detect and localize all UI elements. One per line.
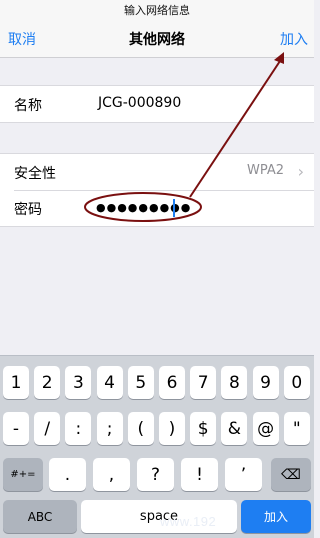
symbol-key[interactable]: ( — [127, 412, 154, 445]
security-label: 安全性 — [14, 166, 56, 182]
security-row[interactable]: 安全性 WPA2 › — [0, 154, 314, 190]
password-label: 密码 — [14, 202, 42, 218]
network-name-field[interactable]: JCG-000890 — [98, 95, 181, 111]
digit-key[interactable]: 4 — [96, 366, 123, 399]
prompt-text: 输入网络信息 — [124, 4, 190, 17]
join-key[interactable]: 加入 — [241, 500, 311, 533]
digit-key[interactable]: 9 — [252, 366, 279, 399]
symbol-key[interactable]: & — [221, 412, 248, 445]
punctuation-key[interactable]: ’ — [225, 458, 262, 491]
digit-key[interactable]: 0 — [283, 366, 310, 399]
digit-key[interactable]: 1 — [3, 366, 29, 399]
punctuation-key[interactable]: . — [49, 458, 86, 491]
digit-key[interactable]: 7 — [190, 366, 217, 399]
symbol-key[interactable]: $ — [190, 412, 217, 445]
digit-key[interactable]: 8 — [221, 366, 248, 399]
symbol-key[interactable]: ) — [159, 412, 185, 445]
digit-key[interactable]: 2 — [34, 366, 61, 399]
network-name-row[interactable]: 名称 JCG-000890 — [0, 86, 314, 122]
punctuation-key[interactable]: , — [93, 458, 130, 491]
security-group: 安全性 WPA2 › 密码 ●●●●●●●●● — [0, 153, 314, 227]
punctuation-key[interactable]: ! — [181, 458, 218, 491]
keyboard: 1234567890 - /:;() $ & @ " #+= .,?!’ ⌫ ABC sp… — [0, 355, 314, 538]
symbol-key[interactable]: : — [65, 412, 92, 445]
watermark-text: www.192 — [160, 514, 217, 529]
join-button[interactable]: 加入 — [280, 29, 308, 49]
symbol-key[interactable]: - — [3, 412, 29, 445]
password-row[interactable]: 密码 ●●●●●●●●● — [0, 190, 314, 226]
text-caret — [173, 199, 175, 217]
symbol-key[interactable]: / — [34, 412, 61, 445]
symbol-key[interactable]: " — [283, 412, 310, 445]
page-title: 其他网络 — [129, 32, 185, 48]
network-name-label: 名称 — [14, 98, 42, 114]
abc-key[interactable]: ABC — [3, 500, 77, 533]
symbol-key[interactable]: ; — [96, 412, 123, 445]
chevron-right-icon: › — [297, 162, 304, 181]
backspace-key[interactable]: ⌫ — [271, 458, 311, 491]
navigation-bar: 输入网络信息 取消 其他网络 加入 — [0, 0, 314, 58]
more-symbols-key[interactable]: #+= — [3, 458, 43, 491]
digit-key[interactable]: 5 — [127, 366, 154, 399]
network-name-group: 名称 JCG-000890 — [0, 85, 314, 123]
digit-key[interactable]: 6 — [159, 366, 185, 399]
punctuation-key[interactable]: ? — [137, 458, 174, 491]
symbol-key[interactable]: @ — [252, 412, 279, 445]
security-value: WPA2 — [246, 163, 284, 178]
password-field[interactable]: ●●●●●●●●● — [96, 201, 191, 214]
backspace-icon: ⌫ — [281, 466, 301, 483]
digit-key[interactable]: 3 — [65, 366, 92, 399]
